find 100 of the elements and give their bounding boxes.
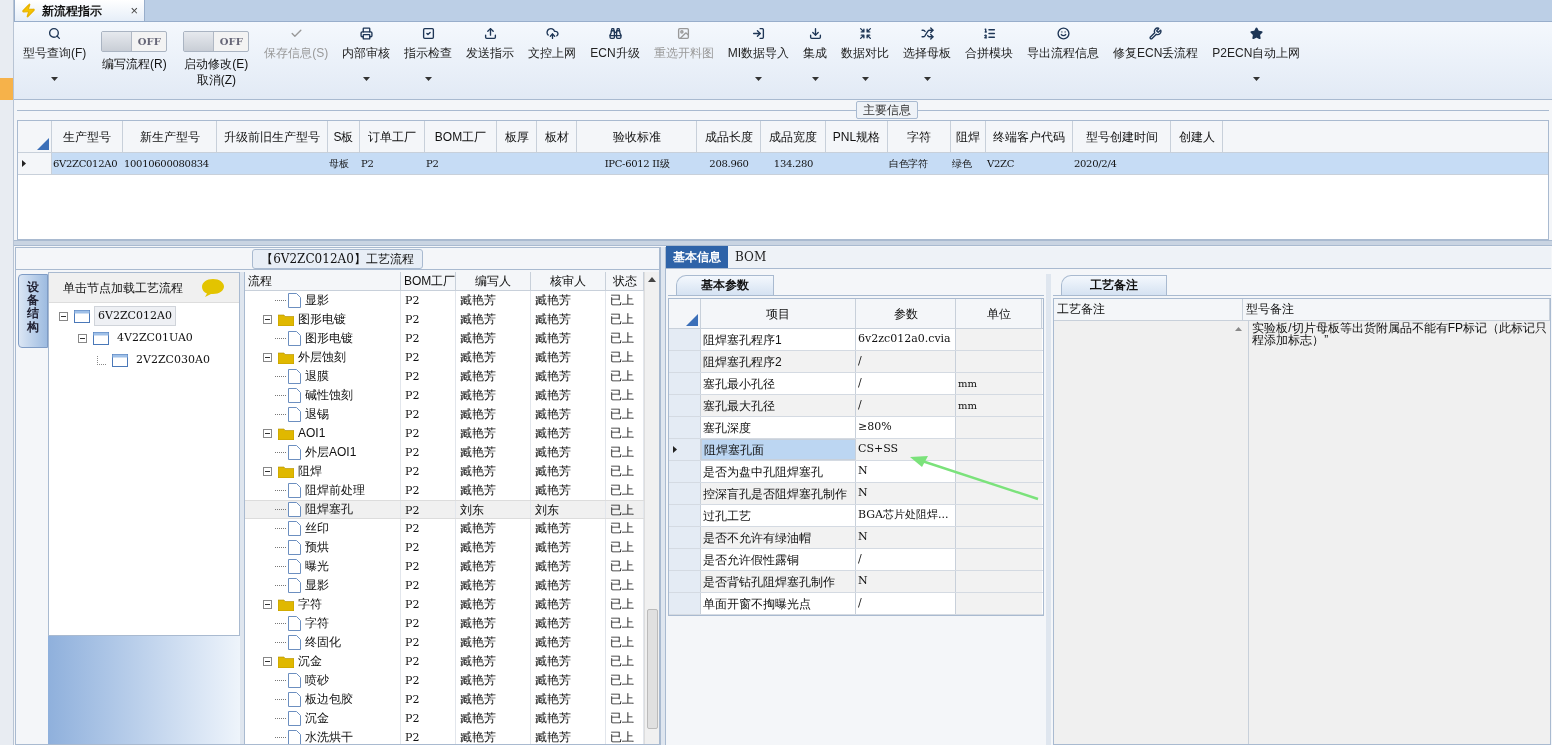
param-row[interactable]: 塞孔最大孔径 / mm [669, 395, 1043, 417]
tab[interactable]: 基本信息 [666, 246, 728, 268]
param-name: 塞孔最小孔径 [703, 375, 775, 393]
toolbar-button[interactable]: MI数据导入 [720, 22, 796, 98]
param-row[interactable]: 是否为盘中孔阻焊塞孔 N [669, 461, 1043, 483]
toolbar-button[interactable]: 选择母板 [896, 22, 958, 98]
document-tab[interactable]: 新流程指示 × [14, 0, 145, 21]
column-header[interactable]: 升级前旧生产型号 [217, 121, 328, 152]
download-icon [808, 27, 822, 40]
section-tab[interactable]: 基本参数 [676, 275, 774, 295]
param-row[interactable]: 过孔工艺 BGA芯片处阻焊... [669, 505, 1043, 527]
param-row[interactable]: 阻焊塞孔程序1 6v2zc012a0.cvia [669, 329, 1043, 351]
param-name: 阻焊塞孔程序2 [703, 353, 782, 371]
column-header[interactable]: 编写人 [456, 272, 531, 290]
shuffle-icon [920, 27, 934, 40]
dropdown-caret-icon [754, 77, 762, 81]
column-header[interactable]: 板材 [537, 121, 577, 152]
toggle-sublabel: 取消(Z) [196, 72, 236, 88]
table-cell: 臧艳芳 [456, 728, 531, 744]
toggle-switch[interactable]: OFF [101, 31, 168, 52]
collapse-icon[interactable] [263, 657, 272, 666]
toolbar-button[interactable]: 数据对比 [834, 22, 896, 98]
scroll-thumb[interactable] [646, 609, 658, 729]
column-header[interactable]: 终端客户代码 [986, 121, 1073, 152]
toolbar-button[interactable]: 型号查询(F) [16, 22, 94, 98]
tree-node[interactable]: 6V2ZC012A0 [94, 306, 176, 326]
param-name: 是否背钻孔阻焊塞孔制作 [703, 573, 835, 591]
scroll-up-icon[interactable] [648, 277, 656, 282]
param-row[interactable]: 是否不允许有绿油帽 N [669, 527, 1043, 549]
column-header[interactable]: 型号备注 [1243, 299, 1550, 320]
column-header[interactable]: 流程 [245, 272, 401, 290]
process-name: 字符 [298, 596, 322, 613]
toolbar-button[interactable]: 发送指示 [459, 22, 522, 98]
param-row[interactable]: 塞孔深度 ≥80% [669, 417, 1043, 439]
toolbar-button[interactable]: 集成 [796, 22, 834, 98]
dropdown-caret-icon [424, 77, 432, 81]
toolbar-button[interactable]: 导出流程信息 [1020, 22, 1106, 98]
column-header[interactable]: 单位 [956, 299, 1042, 328]
table-row[interactable]: 6V2ZC012A0 10010600080834 母板 P2 P2 IPC-6012 II级 208.960 134.280 白色字符 绿色 V2ZC 2020/2/4 [18, 153, 1548, 175]
table-cell: P2 [401, 501, 456, 518]
tree-node[interactable]: 2V2ZC030A0 [132, 350, 214, 370]
column-header[interactable]: 成品宽度 [761, 121, 826, 152]
column-header[interactable]: 核审人 [531, 272, 606, 290]
section-tab[interactable]: 工艺备注 [1061, 275, 1167, 295]
collapse-icon[interactable] [263, 315, 272, 324]
collapse-icon[interactable] [263, 429, 272, 438]
param-value: / [858, 551, 862, 568]
toolbar-button[interactable]: 文控上网 [521, 22, 584, 98]
toolbar-button[interactable]: 合拼模块 [958, 22, 1020, 98]
param-row[interactable]: 阻焊塞孔面 CS+SS [669, 439, 1043, 461]
column-header[interactable]: 创建人 [1171, 121, 1223, 152]
column-header[interactable]: 阻焊 [951, 121, 986, 152]
column-header[interactable]: BOM工厂 [425, 121, 497, 152]
folder-icon [278, 313, 294, 326]
param-unit: mm [958, 399, 977, 413]
process-name: 阻焊 [298, 463, 322, 480]
column-header[interactable]: 项目 [701, 299, 856, 328]
table-cell-text: 绿色 [952, 157, 972, 171]
collapse-icon[interactable] [263, 467, 272, 476]
process-name: 水洗烘干 [305, 729, 353, 744]
toolbar-button[interactable]: ECN升级 [583, 22, 647, 98]
column-header[interactable]: 工艺备注 [1054, 299, 1244, 320]
document-icon [288, 711, 301, 726]
close-button[interactable]: × [130, 4, 138, 17]
checkbox-icon [421, 27, 435, 40]
param-row[interactable]: 是否背钻孔阻焊塞孔制作 N [669, 571, 1043, 593]
param-row[interactable]: 控深盲孔是否阻焊塞孔制作 N [669, 483, 1043, 505]
vertical-tab[interactable]: 设备结构 [18, 274, 48, 348]
toolbar-button[interactable]: 内部审核 [335, 22, 398, 98]
collapse-icon[interactable] [263, 353, 272, 362]
tab[interactable]: BOM [728, 246, 774, 268]
param-row[interactable]: 塞孔最小孔径 / mm [669, 373, 1043, 395]
collapse-icon[interactable] [59, 311, 68, 321]
column-header[interactable]: 成品长度 [697, 121, 761, 152]
scrollbar[interactable] [644, 272, 659, 744]
column-header[interactable]: 生产型号 [52, 121, 123, 152]
column-header[interactable]: 验收标准 [577, 121, 697, 152]
param-row[interactable]: 单面开窗不掏曝光点 / [669, 593, 1043, 615]
toolbar-button[interactable]: P2ECN自动上网 [1205, 22, 1308, 98]
param-row[interactable]: 是否允许假性露铜 / [669, 549, 1043, 571]
toolbar-button[interactable]: 修复ECN丢流程 [1106, 22, 1206, 98]
tree-node[interactable]: 4V2ZC01UA0 [113, 328, 197, 348]
param-row[interactable]: 阻焊塞孔程序2 / [669, 351, 1043, 373]
param-name: 阻焊塞孔程序1 [703, 331, 782, 349]
collapse-icon[interactable] [78, 333, 87, 343]
column-header[interactable]: PNL规格 [826, 121, 888, 152]
column-header[interactable]: S板 [328, 121, 360, 152]
column-header[interactable]: 新生产型号 [123, 121, 217, 152]
toggle-switch[interactable]: OFF [183, 31, 250, 52]
toolbar-button[interactable]: 指示检查 [397, 22, 460, 98]
column-header[interactable]: 板厚 [497, 121, 537, 152]
column-header[interactable]: 型号创建时间 [1073, 121, 1171, 152]
column-header[interactable]: 参数 [856, 299, 956, 328]
column-header[interactable]: 字符 [888, 121, 951, 152]
process-row[interactable]: 阻焊塞孔 P2 刘东 刘东 已上 [245, 500, 644, 519]
collapse-icon[interactable] [263, 600, 272, 609]
process-name: 退锡 [305, 406, 329, 423]
corner-icon [686, 314, 698, 326]
column-header[interactable]: 订单工厂 [360, 121, 425, 152]
column-header[interactable]: BOM工厂 [401, 272, 456, 290]
